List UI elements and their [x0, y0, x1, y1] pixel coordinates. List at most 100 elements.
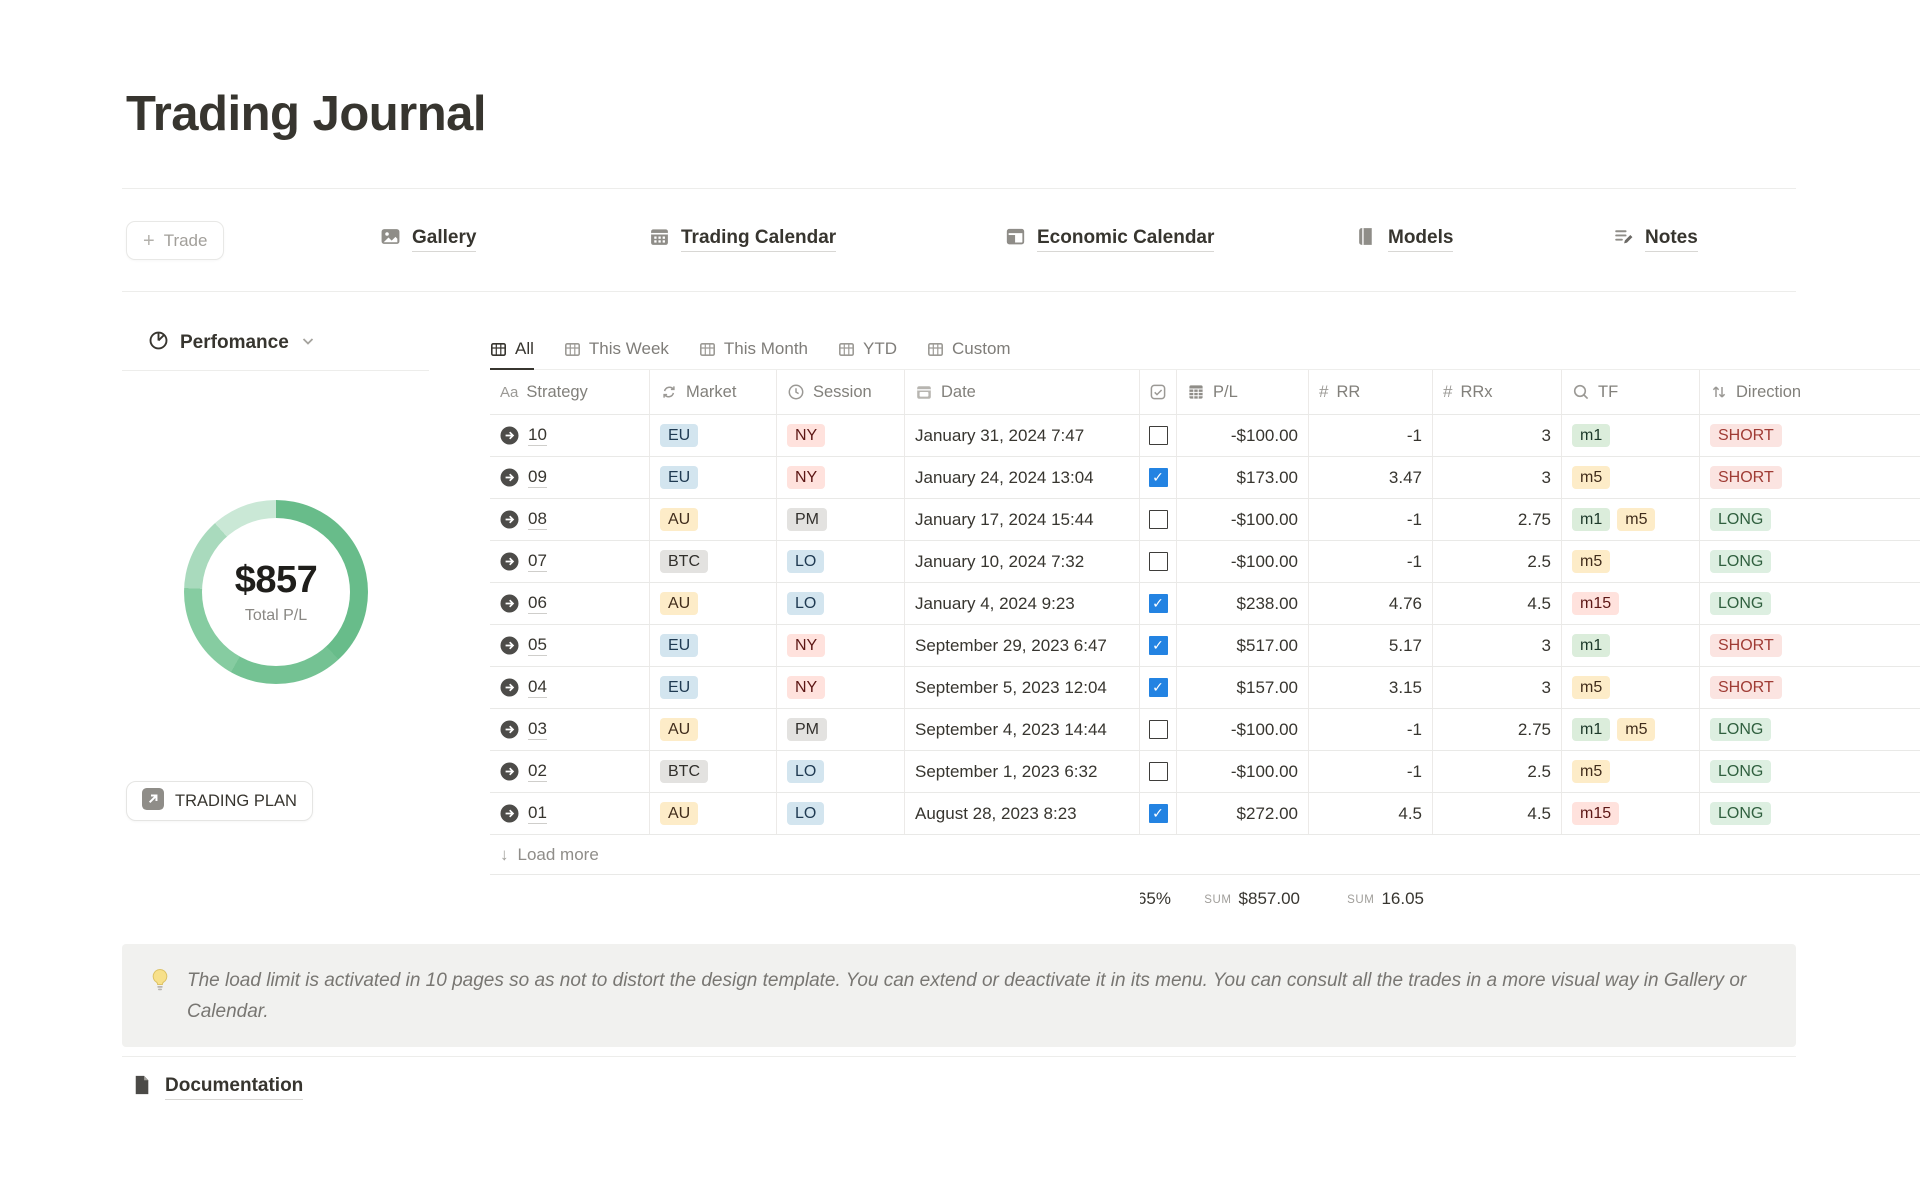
date-cell[interactable]: September 5, 2023 12:04	[905, 667, 1140, 708]
market-cell[interactable]: EU	[650, 625, 777, 666]
pl-cell[interactable]: -$100.00	[1177, 751, 1309, 792]
rr-cell[interactable]: -1	[1309, 709, 1433, 750]
tf-cell[interactable]: m1m5	[1562, 499, 1700, 540]
date-cell[interactable]: January 24, 2024 13:04	[905, 457, 1140, 498]
market-cell[interactable]: AU	[650, 793, 777, 834]
session-cell[interactable]: LO	[777, 793, 905, 834]
strategy-link[interactable]: 06	[528, 593, 547, 614]
tab-all[interactable]: All	[490, 330, 534, 370]
tab-custom[interactable]: Custom	[927, 330, 1011, 370]
date-cell[interactable]: January 31, 2024 7:47	[905, 415, 1140, 456]
nav-link-models[interactable]: Models	[1356, 226, 1453, 252]
tf-cell[interactable]: m1	[1562, 415, 1700, 456]
rrx-cell[interactable]: 3	[1433, 625, 1562, 666]
load-more-button[interactable]: ↓ Load more	[490, 835, 1920, 875]
tf-cell[interactable]: m1m5	[1562, 709, 1700, 750]
session-cell[interactable]: NY	[777, 415, 905, 456]
direction-cell[interactable]: LONG	[1700, 751, 1920, 792]
rr-cell[interactable]: -1	[1309, 541, 1433, 582]
win-checkbox[interactable]	[1149, 720, 1168, 739]
market-cell[interactable]: EU	[650, 667, 777, 708]
direction-cell[interactable]: LONG	[1700, 709, 1920, 750]
tab-this-week[interactable]: This Week	[564, 330, 669, 370]
tf-cell[interactable]: m15	[1562, 583, 1700, 624]
win-checkbox[interactable]: ✓	[1149, 678, 1168, 697]
arrow-circle-icon[interactable]	[500, 762, 519, 781]
pl-cell[interactable]: $517.00	[1177, 625, 1309, 666]
win-checkbox[interactable]: ✓	[1149, 468, 1168, 487]
direction-cell[interactable]: SHORT	[1700, 415, 1920, 456]
session-cell[interactable]: NY	[777, 625, 905, 666]
tf-cell[interactable]: m15	[1562, 793, 1700, 834]
column-header-strategy[interactable]: AaStrategy	[490, 370, 650, 414]
win-checkbox[interactable]: ✓	[1149, 594, 1168, 613]
direction-cell[interactable]: LONG	[1700, 793, 1920, 834]
column-header-date[interactable]: Date	[905, 370, 1140, 414]
market-cell[interactable]: AU	[650, 499, 777, 540]
rrx-cell[interactable]: 4.5	[1433, 583, 1562, 624]
rr-cell[interactable]: -1	[1309, 499, 1433, 540]
rrx-cell[interactable]: 2.75	[1433, 499, 1562, 540]
session-cell[interactable]: LO	[777, 751, 905, 792]
session-cell[interactable]: NY	[777, 457, 905, 498]
direction-cell[interactable]: LONG	[1700, 541, 1920, 582]
win-checkbox[interactable]	[1149, 426, 1168, 445]
win-checkbox[interactable]: ✓	[1149, 636, 1168, 655]
tf-cell[interactable]: m1	[1562, 625, 1700, 666]
strategy-link[interactable]: 04	[528, 677, 547, 698]
rr-cell[interactable]: 3.15	[1309, 667, 1433, 708]
direction-cell[interactable]: SHORT	[1700, 667, 1920, 708]
market-cell[interactable]: EU	[650, 415, 777, 456]
rrx-cell[interactable]: 2.5	[1433, 751, 1562, 792]
arrow-circle-icon[interactable]	[500, 636, 519, 655]
rr-cell[interactable]: 4.76	[1309, 583, 1433, 624]
rrx-cell[interactable]: 4.5	[1433, 793, 1562, 834]
nav-link-notes[interactable]: Notes	[1613, 226, 1698, 252]
strategy-link[interactable]: 03	[528, 719, 547, 740]
arrow-circle-icon[interactable]	[500, 720, 519, 739]
tf-cell[interactable]: m5	[1562, 667, 1700, 708]
date-cell[interactable]: January 10, 2024 7:32	[905, 541, 1140, 582]
rr-cell[interactable]: -1	[1309, 751, 1433, 792]
strategy-link[interactable]: 07	[528, 551, 547, 572]
tf-cell[interactable]: m5	[1562, 751, 1700, 792]
arrow-circle-icon[interactable]	[500, 426, 519, 445]
strategy-link[interactable]: 05	[528, 635, 547, 656]
win-checkbox[interactable]	[1149, 762, 1168, 781]
rrx-cell[interactable]: 2.75	[1433, 709, 1562, 750]
win-checkbox[interactable]	[1149, 510, 1168, 529]
arrow-circle-icon[interactable]	[500, 552, 519, 571]
nav-link-gallery[interactable]: Gallery	[380, 226, 476, 252]
tab-ytd[interactable]: YTD	[838, 330, 897, 370]
market-cell[interactable]: EU	[650, 457, 777, 498]
tab-this-month[interactable]: This Month	[699, 330, 808, 370]
column-header-session[interactable]: Session	[777, 370, 905, 414]
pl-cell[interactable]: $157.00	[1177, 667, 1309, 708]
session-cell[interactable]: NY	[777, 667, 905, 708]
rr-cell[interactable]: -1	[1309, 415, 1433, 456]
column-header-direction[interactable]: Direction	[1700, 370, 1920, 414]
rrx-cell[interactable]: 3	[1433, 457, 1562, 498]
direction-cell[interactable]: SHORT	[1700, 625, 1920, 666]
documentation-link[interactable]: Documentation	[131, 1074, 303, 1101]
column-header-rr[interactable]: #RR	[1309, 370, 1433, 414]
nav-link-trading-calendar[interactable]: Trading Calendar	[649, 226, 836, 252]
arrow-circle-icon[interactable]	[500, 468, 519, 487]
strategy-link[interactable]: 02	[528, 761, 547, 782]
rr-cell[interactable]: 4.5	[1309, 793, 1433, 834]
date-cell[interactable]: September 4, 2023 14:44	[905, 709, 1140, 750]
pl-cell[interactable]: $272.00	[1177, 793, 1309, 834]
pl-cell[interactable]: -$100.00	[1177, 541, 1309, 582]
strategy-link[interactable]: 10	[528, 425, 547, 446]
session-cell[interactable]: PM	[777, 709, 905, 750]
win-checkbox[interactable]	[1149, 552, 1168, 571]
date-cell[interactable]: September 1, 2023 6:32	[905, 751, 1140, 792]
arrow-circle-icon[interactable]	[500, 594, 519, 613]
session-cell[interactable]: LO	[777, 583, 905, 624]
pl-cell[interactable]: -$100.00	[1177, 499, 1309, 540]
direction-cell[interactable]: LONG	[1700, 583, 1920, 624]
session-cell[interactable]: PM	[777, 499, 905, 540]
date-cell[interactable]: September 29, 2023 6:47	[905, 625, 1140, 666]
market-cell[interactable]: BTC	[650, 541, 777, 582]
column-header-pl[interactable]: P/L	[1177, 370, 1309, 414]
